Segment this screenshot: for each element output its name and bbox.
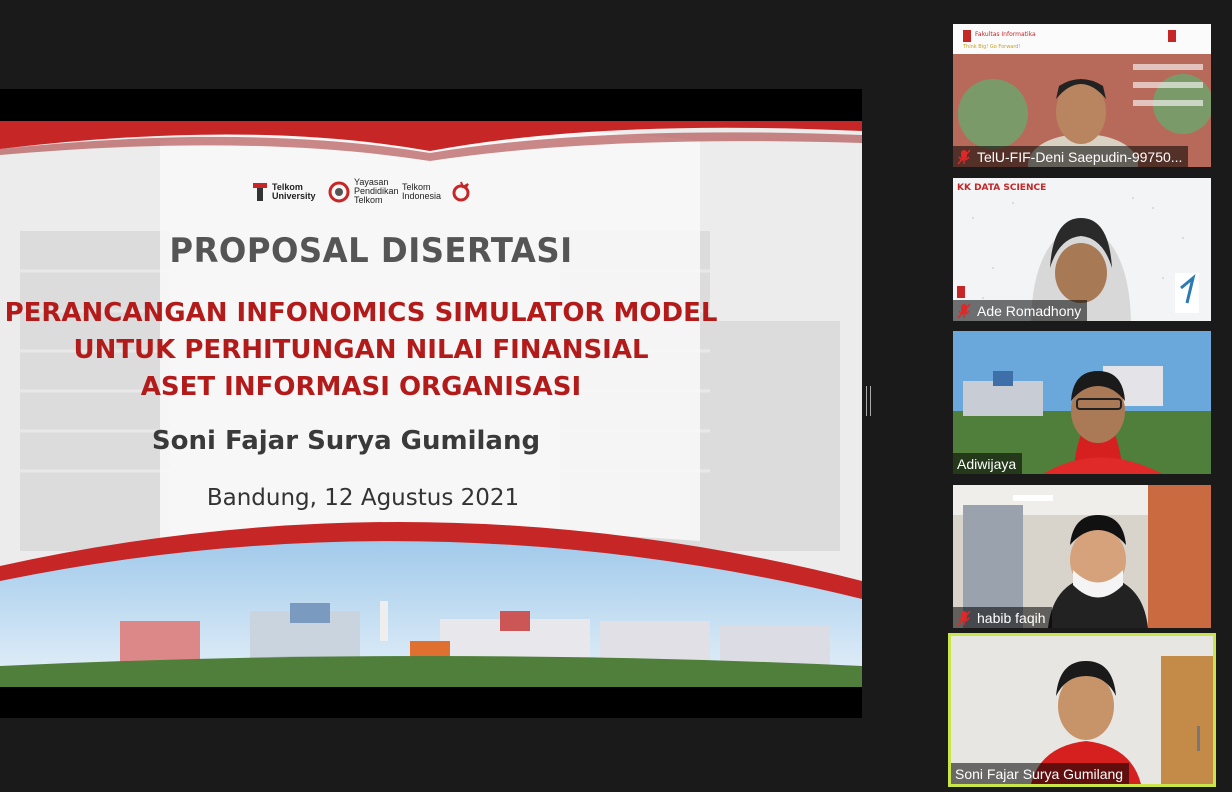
muted-mic-icon — [957, 610, 971, 625]
participant-name-bar: TelU-FIF-Deni Saepudin-99750... — [953, 146, 1189, 167]
tile-bg-label: KK DATA SCIENCE — [957, 183, 1046, 193]
video-feed — [951, 636, 1213, 784]
presentation-slide: Telkom University Yayasan Pendidikan Tel… — [0, 121, 862, 687]
slide-logos: Telkom University Yayasan Pendidikan Tel… — [252, 178, 472, 205]
participant-tile[interactable]: KK DATA SCIENCE Ade Romadhony — [953, 178, 1211, 321]
participant-name-bar: Adiwijaya — [953, 453, 1023, 474]
slide-subtitle-line-1: PERANCANGAN INFONOMICS SIMULATOR MODEL — [4, 298, 718, 328]
shared-screen: Telkom University Yayasan Pendidikan Tel… — [0, 89, 862, 718]
panel-resize-handle[interactable] — [866, 386, 871, 416]
slide-subtitle-line-2: UNTUK PERHITUNGAN NILAI FINANSIAL — [73, 335, 649, 365]
tile-bg-tagline: Think Big! Go Forward! — [962, 44, 1021, 50]
slide-subtitle-line-3: ASET INFORMASI ORGANISASI — [140, 372, 582, 402]
participant-name: Adiwijaya — [957, 455, 1017, 472]
participant-tile[interactable]: Fakultas Informatika Think Big! Go Forwa… — [953, 24, 1211, 167]
participant-tile[interactable]: Adiwijaya — [953, 331, 1211, 474]
slide-background — [0, 121, 862, 687]
participant-name-bar: habib faqih — [953, 607, 1052, 628]
telkom-indonesia-logo: Telkom Indonesia — [402, 181, 472, 203]
tile-bg-label: Fakultas Informatika — [975, 31, 1036, 38]
slide-author: Soni Fajar Surya Gumilang — [151, 426, 541, 456]
participant-name: TelU-FIF-Deni Saepudin-99750... — [977, 148, 1183, 165]
participant-name: Ade Romadhony — [977, 302, 1082, 319]
participant-tile[interactable]: habib faqih — [953, 485, 1211, 628]
yayasan-logo: Yayasan Pendidikan Telkom — [328, 178, 399, 205]
muted-mic-icon — [957, 303, 971, 318]
participant-name-bar: Soni Fajar Surya Gumilang — [951, 763, 1130, 784]
participant-name-bar: Ade Romadhony — [953, 300, 1088, 321]
telkom-university-logo: Telkom University — [252, 182, 316, 202]
participant-name: Soni Fajar Surya Gumilang — [955, 765, 1124, 782]
slide-title: PROPOSAL DISERTASI — [169, 231, 573, 271]
muted-mic-icon — [957, 149, 971, 164]
participant-tile-active-speaker[interactable]: Soni Fajar Surya Gumilang — [948, 633, 1216, 787]
slide-date: Bandung, 12 Agustus 2021 — [206, 485, 520, 511]
participant-name: habib faqih — [977, 609, 1046, 626]
